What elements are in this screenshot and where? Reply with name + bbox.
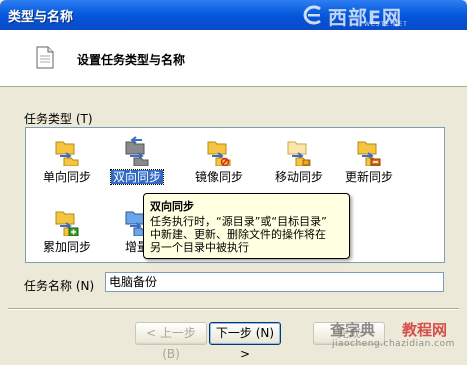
task-type-one-way[interactable]: 单向同步 xyxy=(32,136,102,186)
watermark-url: jiaocheng.chazidian.com xyxy=(332,339,455,349)
header-title: 设置任务类型与名称 xyxy=(77,53,186,67)
task-type-accumulate[interactable]: 累加同步 xyxy=(32,206,102,256)
task-type-mirror[interactable]: 镜像同步 xyxy=(184,136,254,186)
tooltip: 双向同步 任务执行时，“源目录”或“目标目录” 中新建、更新、删除文件的操作将在… xyxy=(143,193,350,259)
task-type-move[interactable]: 移动同步 xyxy=(264,136,334,186)
mirror-sync-icon xyxy=(207,141,231,166)
item-label: 累加同步 xyxy=(42,240,91,254)
wizard-header: 设置任务类型与名称 xyxy=(0,30,467,87)
one-way-sync-icon xyxy=(55,141,79,166)
watermark-text-a: 查字典 xyxy=(330,321,376,339)
separator xyxy=(8,308,459,310)
item-label: 双向同步 xyxy=(109,169,165,185)
watermark-site: WESTE.NET xyxy=(364,21,408,28)
task-type-two-way[interactable]: 双向同步 xyxy=(102,136,172,186)
item-label: 更新同步 xyxy=(344,170,393,184)
tooltip-line: 另一个目录中被执行 xyxy=(150,241,249,254)
next-button[interactable]: 下一步 (N) > xyxy=(209,322,281,361)
title-bar[interactable]: 类型与名称 西部E网 WESTE.NET xyxy=(0,0,467,30)
watermark-text-b: 教程网 xyxy=(402,321,448,339)
move-sync-icon xyxy=(287,141,311,166)
task-type-update[interactable]: 更新同步 xyxy=(334,136,404,186)
tooltip-line: 任务执行时，“源目录”或“目标目录” xyxy=(150,215,327,228)
update-sync-icon xyxy=(357,141,381,166)
watermark-logo: 西部E网 WESTE.NET xyxy=(300,2,464,29)
accumulate-sync-icon xyxy=(55,211,79,236)
tooltip-line: 中新建、更新、删除文件的操作将在 xyxy=(150,228,326,241)
window-title: 类型与名称 xyxy=(8,10,74,25)
item-label: 镜像同步 xyxy=(194,170,243,184)
item-label: 单向同步 xyxy=(42,170,91,184)
two-way-sync-icon xyxy=(125,136,149,166)
tooltip-title: 双向同步 xyxy=(150,200,194,213)
tooltip-body: 任务执行时，“源目录”或“目标目录” 中新建、更新、删除文件的操作将在 另一个目… xyxy=(150,215,346,254)
back-button[interactable]: < 上一步 (B) xyxy=(135,322,207,361)
task-name-label: 任务名称 (N) xyxy=(24,279,95,293)
document-icon xyxy=(36,46,54,69)
item-label: 移动同步 xyxy=(274,170,323,184)
watermark-bottom: 查字典 教程网 jiaocheng.chazidian.com xyxy=(318,317,464,355)
watermark-e-icon xyxy=(303,5,321,25)
task-name-input[interactable]: 电脑备份 xyxy=(105,272,444,292)
dialog-window: 类型与名称 西部E网 WESTE.NET 设置任务类型与名称 任务类型 (T) xyxy=(0,0,467,361)
task-type-label: 任务类型 (T) xyxy=(24,112,93,126)
